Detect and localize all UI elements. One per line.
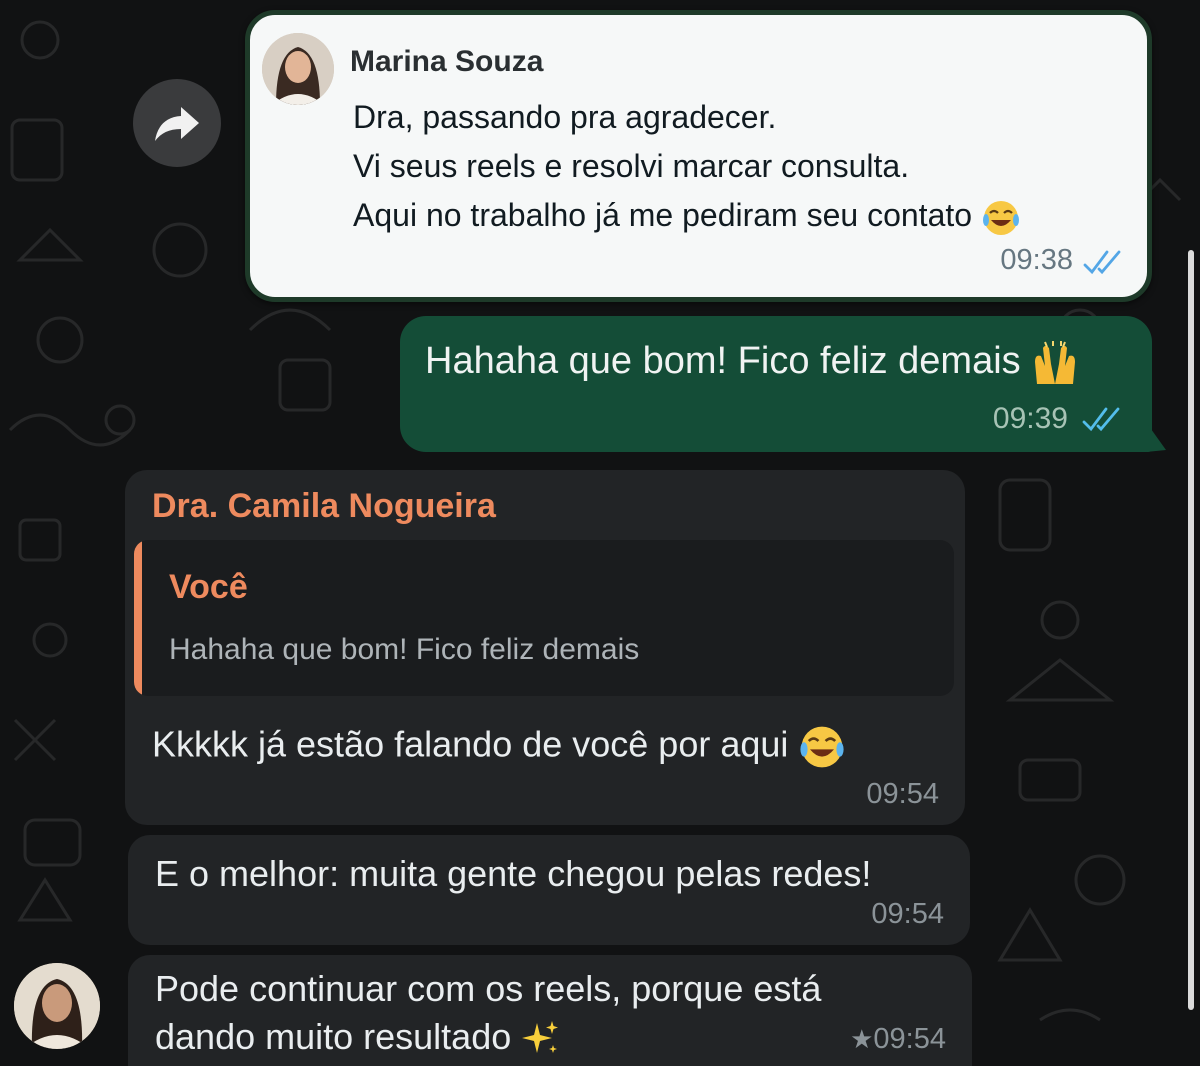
contact-avatar[interactable] — [14, 963, 100, 1049]
forward-icon — [155, 107, 199, 141]
outgoing-message-text: Hahaha que bom! Fico feliz demais — [425, 340, 1079, 386]
joy-emoji-icon — [982, 200, 1019, 235]
message-timestamp: 09:38 — [1000, 244, 1073, 276]
quote-accent-bar — [134, 540, 142, 696]
message-text: E o melhor: muita gente chegou pelas red… — [155, 853, 872, 894]
star-icon: ★ — [850, 1024, 874, 1054]
sender-name: Dra. Camila Nogueira — [152, 487, 496, 525]
message-text: Pode continuar com os reels, porque está… — [155, 965, 895, 1061]
message-timestamp: 09:54 — [866, 778, 939, 810]
message-line: Aqui no trabalho já me pediram seu conta… — [353, 191, 1021, 240]
message-timestamp: 09:54 — [871, 898, 944, 930]
forwarded-sender-name: Marina Souza — [350, 45, 544, 78]
raising-hands-emoji-icon — [1035, 341, 1076, 384]
joy-emoji-icon — [800, 726, 845, 768]
message-text: Kkkkk já estão falando de você por aqui — [152, 723, 846, 771]
bubble-tail — [1146, 422, 1166, 452]
forwarded-message-text: Dra, passando pra agradecer. Vi seus ree… — [353, 93, 1021, 240]
outgoing-message-bubble[interactable]: Hahaha que bom! Fico feliz demais 09:39 — [400, 316, 1152, 452]
quote-author: Você — [169, 568, 248, 606]
message-line: Vi seus reels e resolvi marcar consulta. — [353, 148, 910, 184]
sparkles-emoji-icon — [522, 1021, 559, 1054]
forwarded-message-card[interactable]: Marina Souza Dra, passando pra agradecer… — [245, 10, 1152, 302]
quoted-message[interactable]: Você Hahaha que bom! Fico feliz demais — [134, 540, 954, 696]
forward-button[interactable] — [133, 79, 221, 167]
sender-avatar[interactable] — [262, 33, 334, 105]
message-line: Dra, passando pra agradecer. — [353, 99, 777, 135]
read-receipts-icon — [1082, 407, 1120, 432]
read-receipts-icon — [1083, 250, 1121, 275]
message-timestamp: 09:39 — [992, 402, 1068, 435]
scrollbar[interactable] — [1188, 250, 1194, 1010]
incoming-message-bubble[interactable]: E o melhor: muita gente chegou pelas red… — [128, 835, 970, 945]
quote-text: Hahaha que bom! Fico feliz demais — [169, 633, 640, 666]
incoming-message-bubble[interactable]: Pode continuar com os reels, porque está… — [128, 955, 972, 1066]
incoming-message-bubble[interactable]: Dra. Camila Nogueira Você Hahaha que bom… — [125, 470, 965, 825]
message-timestamp: ★09:54 — [850, 1023, 946, 1055]
